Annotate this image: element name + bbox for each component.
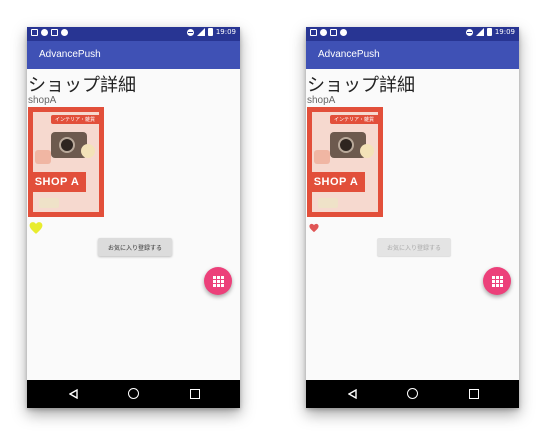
- heart-icon[interactable]: [29, 221, 43, 235]
- shop-image-label: SHOP A: [33, 172, 86, 192]
- battery-icon: [207, 28, 213, 36]
- shop-image-label: SHOP A: [312, 172, 365, 192]
- heart-shape: [29, 222, 43, 234]
- shop-name: shopA: [307, 95, 336, 106]
- status-bar: 19:09: [306, 27, 519, 41]
- content: ショップ詳細 shopA インテリア・雑貨 SHOP A お気に入り登録する: [306, 69, 519, 380]
- signal-icon: [196, 28, 205, 36]
- do-not-disturb-icon: [186, 28, 194, 36]
- status-time: 19:09: [215, 28, 236, 36]
- menu-fab[interactable]: [204, 267, 232, 295]
- notification-icon: [61, 29, 68, 36]
- notification-icon: [340, 29, 347, 36]
- heart-shape: [309, 223, 319, 233]
- page-title: ショップ詳細: [307, 75, 415, 96]
- back-icon[interactable]: [69, 389, 78, 399]
- heart-icon[interactable]: [309, 223, 319, 233]
- navigation-bar: [306, 380, 519, 408]
- shop-name: shopA: [28, 95, 57, 106]
- app-bar: AdvancePush: [306, 41, 519, 69]
- status-time: 19:09: [494, 28, 515, 36]
- app-bar: AdvancePush: [27, 41, 240, 69]
- back-icon[interactable]: [348, 389, 357, 399]
- battery-icon: [486, 28, 492, 36]
- shop-image-tag: インテリア・雑貨: [50, 115, 99, 124]
- app-title: AdvancePush: [39, 49, 101, 60]
- notification-icon: [310, 29, 317, 36]
- phone-screen-1: 19:09 AdvancePush ショップ詳細 shopA インテリア・雑貨 …: [27, 27, 240, 408]
- recents-icon[interactable]: [469, 389, 479, 399]
- notification-icon: [41, 29, 48, 36]
- shop-image: インテリア・雑貨 SHOP A: [28, 107, 104, 217]
- app-title: AdvancePush: [318, 49, 380, 60]
- signal-icon: [475, 28, 484, 36]
- page-title: ショップ詳細: [28, 75, 136, 96]
- shop-image: インテリア・雑貨 SHOP A: [307, 107, 383, 217]
- grid-icon: [212, 275, 224, 287]
- favorite-register-button[interactable]: お気に入り登録する: [377, 238, 451, 256]
- home-icon[interactable]: [128, 388, 139, 399]
- notification-icon: [330, 29, 337, 36]
- do-not-disturb-icon: [465, 28, 473, 36]
- status-bar: 19:09: [27, 27, 240, 41]
- home-icon[interactable]: [407, 388, 418, 399]
- phone-screen-2: 19:09 AdvancePush ショップ詳細 shopA インテリア・雑貨 …: [306, 27, 519, 408]
- notification-icon: [320, 29, 327, 36]
- favorite-register-button[interactable]: お気に入り登録する: [98, 238, 172, 256]
- notification-icon: [51, 29, 58, 36]
- content: ショップ詳細 shopA インテリア・雑貨 SHOP A お気に入り登録する: [27, 69, 240, 380]
- notification-icon: [31, 29, 38, 36]
- grid-icon: [491, 275, 503, 287]
- recents-icon[interactable]: [190, 389, 200, 399]
- menu-fab[interactable]: [483, 267, 511, 295]
- shop-image-tag: インテリア・雑貨: [329, 115, 378, 124]
- navigation-bar: [27, 380, 240, 408]
